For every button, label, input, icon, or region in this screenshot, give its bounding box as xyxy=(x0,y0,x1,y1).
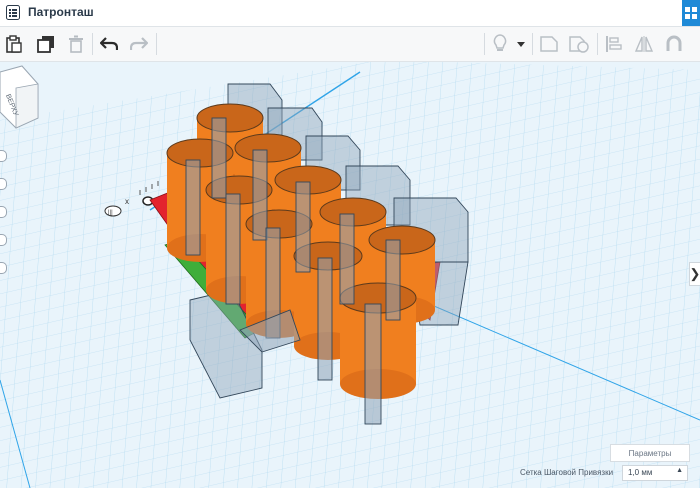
redo-button[interactable] xyxy=(127,32,151,56)
copy-button[interactable] xyxy=(2,32,26,56)
undo-button[interactable] xyxy=(97,32,121,56)
snap-grid-label: Сетка Шаговой Привязки xyxy=(520,468,614,477)
chevron-right-icon: ❯ xyxy=(689,266,700,281)
workplane-viewport[interactable]: ||| x ВЕРХУ xyxy=(0,62,700,488)
align-button[interactable] xyxy=(602,32,626,56)
caret-down-icon xyxy=(517,41,525,47)
shape-button[interactable] xyxy=(537,32,561,56)
side-handle[interactable] xyxy=(0,262,7,274)
mirror-button[interactable] xyxy=(632,32,656,56)
hole-icon xyxy=(569,36,589,53)
side-handles xyxy=(0,150,7,290)
side-handle[interactable] xyxy=(0,206,7,218)
parameters-label: Параметры xyxy=(628,448,672,458)
light-dropdown[interactable] xyxy=(512,32,530,56)
duplicate-icon xyxy=(37,36,54,53)
side-handle[interactable] xyxy=(0,150,7,162)
mirror-icon xyxy=(634,36,654,52)
magnet-icon xyxy=(666,35,682,51)
lightbulb-icon xyxy=(493,34,507,51)
redo-arrow-icon xyxy=(130,37,148,50)
apps-grid-button[interactable] xyxy=(682,0,700,26)
apps-grid-icon xyxy=(685,7,697,19)
hole-button[interactable] xyxy=(567,32,591,56)
panel-toggle-button[interactable]: ❯ xyxy=(689,262,700,286)
side-handle[interactable] xyxy=(0,234,7,246)
trash-icon xyxy=(69,35,83,53)
edit-toolbar xyxy=(0,27,700,62)
light-button[interactable] xyxy=(488,32,512,56)
side-handle[interactable] xyxy=(0,178,7,190)
clipboard-icon xyxy=(6,35,22,53)
parameters-button[interactable]: Параметры xyxy=(610,444,690,462)
duplicate-button[interactable] xyxy=(34,32,58,56)
caret-up-icon: ▲ xyxy=(676,467,683,474)
snap-grid-value: 1,0 мм xyxy=(628,468,653,477)
design-title[interactable]: Патронташ xyxy=(28,5,94,19)
align-icon xyxy=(606,36,622,52)
undo-arrow-icon xyxy=(100,37,118,50)
svg-text:|||: ||| xyxy=(108,210,113,216)
delete-button[interactable] xyxy=(64,32,88,56)
document-list-icon[interactable] xyxy=(6,5,20,20)
shape-icon xyxy=(540,36,558,52)
snap-grid-select[interactable]: 1,0 мм ▲ xyxy=(622,465,688,481)
ruler-x-label: x xyxy=(125,197,129,206)
title-bar: Патронташ xyxy=(0,0,700,27)
magnet-button[interactable] xyxy=(662,32,686,56)
